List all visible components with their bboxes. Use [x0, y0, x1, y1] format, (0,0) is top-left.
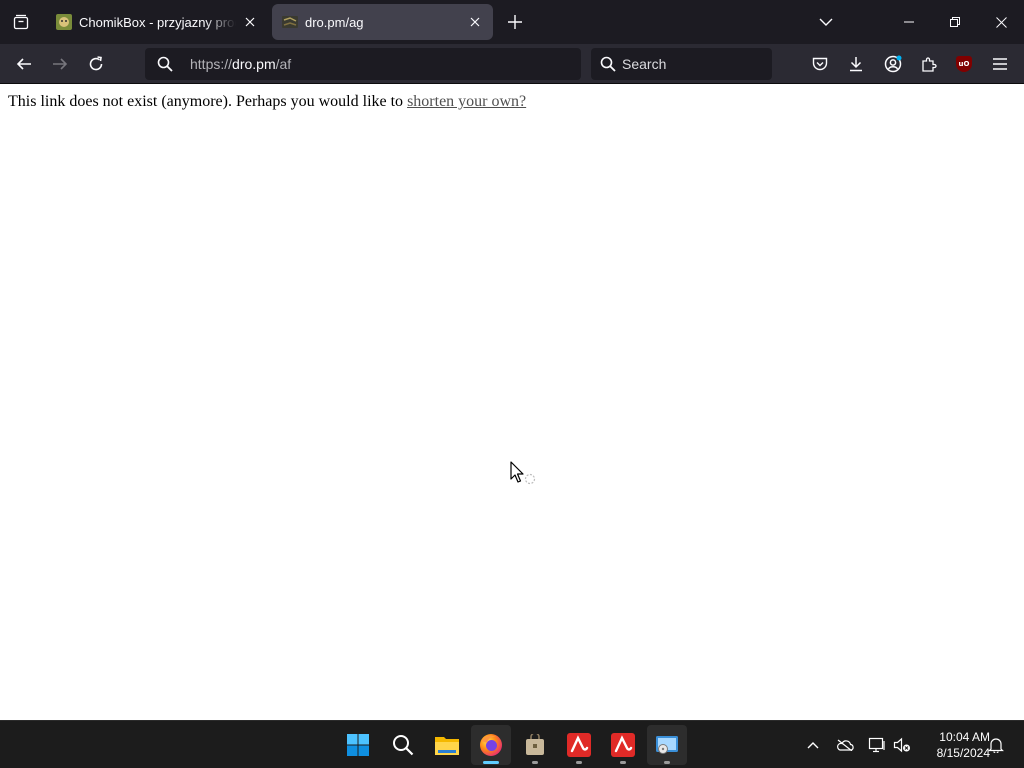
avira-icon	[567, 733, 591, 757]
pocket-button[interactable]	[808, 52, 832, 76]
network-tray-button[interactable]	[865, 733, 889, 757]
running-indicator	[532, 761, 538, 764]
tab-chomikbox[interactable]: ChomikBox - przyjazny program	[46, 4, 268, 40]
plus-icon	[508, 15, 522, 29]
account-icon	[884, 55, 902, 73]
search-icon	[157, 56, 173, 72]
url-host: dro.pm	[232, 56, 276, 72]
running-indicator	[620, 761, 626, 764]
search-icon	[393, 735, 414, 756]
clock-date: 8/15/2024	[936, 746, 990, 760]
taskbar-clock[interactable]: 10:04 AM 8/15/2024	[916, 729, 990, 761]
mouse-cursor-busy-icon	[510, 461, 536, 485]
taskbar-search-button[interactable]	[383, 725, 423, 765]
dro-pm-favicon	[282, 14, 298, 30]
url-path: /af	[275, 56, 292, 72]
forward-arrow-icon	[53, 58, 68, 70]
close-window-button[interactable]	[978, 0, 1024, 44]
running-indicator	[664, 761, 670, 764]
downloads-button[interactable]	[844, 52, 868, 76]
page-message: This link does not exist (anymore). Perh…	[8, 93, 526, 111]
list-all-tabs-button[interactable]	[814, 10, 838, 34]
back-arrow-icon	[16, 58, 31, 70]
not-found-text: This link does not exist (anymore). Perh…	[8, 93, 408, 110]
new-tab-button[interactable]	[503, 10, 527, 34]
clock-time: 10:04 AM	[939, 730, 990, 744]
search-bar[interactable]	[591, 48, 772, 80]
close-tab-icon[interactable]	[240, 12, 260, 32]
tab-bar: ChomikBox - przyjazny program dro.pm/ag	[0, 0, 1024, 44]
volume-muted-icon	[893, 737, 910, 753]
firefox-icon	[480, 734, 502, 756]
url-bar[interactable]: https://dro.pm/af	[145, 48, 581, 80]
tab-dro-pm[interactable]: dro.pm/ag	[272, 4, 493, 40]
open-menu-button[interactable]	[988, 52, 1012, 76]
tab-title: ChomikBox - przyjazny program	[79, 14, 236, 30]
onedrive-tray-button[interactable]	[833, 733, 857, 757]
tab-title: dro.pm/ag	[305, 14, 364, 30]
search-icon	[600, 56, 616, 72]
restore-button[interactable]	[932, 0, 978, 44]
page-content: This link does not exist (anymore). Perh…	[0, 85, 1024, 720]
back-button[interactable]	[10, 50, 38, 78]
minimize-button[interactable]	[886, 0, 932, 44]
minimize-icon	[904, 21, 914, 23]
search-input[interactable]	[622, 54, 762, 74]
extensions-button[interactable]	[917, 52, 941, 76]
pocket-icon	[812, 57, 828, 71]
chomikbox-favicon	[56, 14, 72, 30]
url-text[interactable]: https://dro.pm/af	[190, 56, 291, 72]
downloads-icon	[850, 57, 862, 72]
notifications-icon	[988, 738, 1004, 753]
active-indicator	[483, 761, 499, 764]
app-icon	[526, 734, 544, 755]
notifications-button[interactable]	[984, 733, 1008, 757]
network-icon	[868, 737, 885, 753]
taskbar-firefox[interactable]	[471, 725, 511, 765]
avira-icon	[611, 733, 635, 757]
shorten-link[interactable]: shorten your own?	[407, 93, 526, 110]
chevron-up-icon	[807, 742, 819, 749]
url-scheme: https://	[190, 56, 233, 72]
firefox-view-button[interactable]	[0, 0, 42, 44]
volume-tray-button[interactable]	[890, 733, 914, 757]
close-icon	[995, 16, 1007, 28]
taskbar-app[interactable]	[515, 725, 555, 765]
taskbar-app-window[interactable]	[647, 725, 687, 765]
file-explorer-icon	[435, 737, 459, 755]
onedrive-icon	[837, 739, 854, 751]
menu-icon	[993, 58, 1007, 70]
app-window-icon	[656, 736, 678, 754]
ublock-origin-button[interactable]: uO	[952, 52, 976, 76]
navigation-toolbar: https://dro.pm/af uO	[0, 44, 1024, 84]
taskbar-avira[interactable]	[559, 725, 599, 765]
ublock-origin-icon: uO	[956, 56, 972, 72]
start-icon	[347, 734, 369, 756]
chevron-down-icon	[819, 18, 833, 26]
windows-taskbar: 10:04 AM 8/15/2024	[0, 720, 1024, 768]
forward-button[interactable]	[46, 50, 74, 78]
reload-button[interactable]	[82, 50, 110, 78]
show-hidden-icons-button[interactable]	[801, 733, 825, 757]
running-indicator	[576, 761, 582, 764]
extensions-icon	[922, 57, 937, 72]
restore-icon	[950, 17, 960, 27]
start-button[interactable]	[338, 725, 378, 765]
reload-icon	[89, 56, 103, 71]
taskbar-file-explorer[interactable]	[427, 725, 467, 765]
account-button[interactable]	[881, 52, 905, 76]
taskbar-avira[interactable]	[603, 725, 643, 765]
firefox-view-icon	[13, 14, 29, 30]
close-tab-icon[interactable]	[465, 12, 485, 32]
